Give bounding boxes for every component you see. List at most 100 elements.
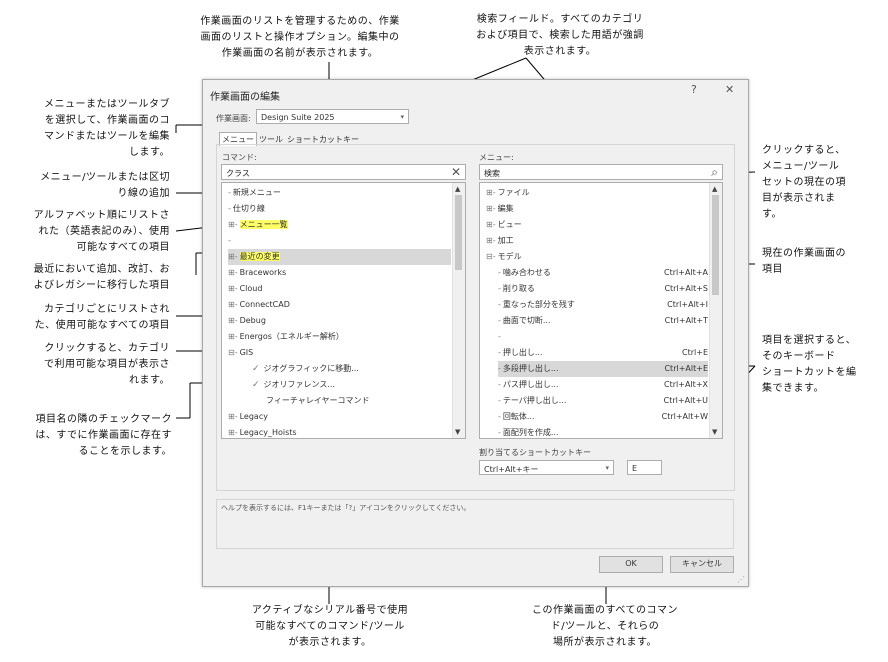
tree-line: - [498, 332, 501, 341]
scroll-thumb[interactable] [455, 195, 462, 270]
chevron-down-icon: ▾ [605, 464, 609, 472]
workspace-select[interactable]: Design Suite 2025 ▾ [256, 109, 409, 124]
list-item[interactable]: ⊞- 最近の変更 [228, 249, 451, 265]
expand-icon: ⊞- [486, 188, 496, 197]
expand-icon: ⊞- [228, 300, 238, 309]
callout-alphabetical: アルファベット順にリストさ れた（英語表記のみ）、使用 可能なすべての項目 [33, 210, 170, 253]
list-item-label: 回転体... [502, 412, 535, 421]
list-item[interactable]: - 押し出し... Ctrl+E [498, 345, 708, 361]
shortcut-modifier-select[interactable]: Ctrl+Alt+キー ▾ [479, 460, 614, 475]
workspace-label: 作業画面: [216, 114, 251, 123]
list-item-label: 面配列を作成... [502, 428, 559, 437]
list-item[interactable]: ✓ ジオリファレンス... [252, 377, 451, 393]
shortcut-modifier-value: Ctrl+Alt+キー [484, 465, 539, 474]
menu-scrollbar[interactable]: ▲ ▼ [709, 183, 722, 438]
list-item[interactable]: ⊞- Braceworks [228, 265, 451, 281]
list-item[interactable]: フィーチャレイヤーコマンド [264, 393, 451, 409]
list-item[interactable]: - 仕切り線 [228, 201, 451, 217]
collapse-icon: ⊟- [486, 252, 496, 261]
cancel-button[interactable]: キャンセル [670, 556, 734, 573]
shortcut-key-value: E [632, 464, 638, 473]
commands-search-value: クラス [226, 169, 250, 178]
list-item[interactable]: ⊞- Legacy [228, 409, 451, 425]
list-item[interactable]: - 新規メニュー [228, 185, 451, 201]
help-icon[interactable]: ? [691, 83, 697, 96]
scroll-down-icon[interactable]: ▼ [455, 428, 460, 436]
shortcut-key-text: Ctrl+Alt+I [667, 300, 708, 309]
list-item[interactable]: ⊞- 編集 [486, 201, 708, 217]
resize-grip-icon[interactable]: ⋰ [737, 575, 745, 584]
list-item[interactable]: ⊟- モデル [486, 249, 708, 265]
list-item-label: モデル [497, 252, 522, 261]
list-item[interactable]: ⊞- ConnectCAD [228, 297, 451, 313]
list-item[interactable]: ⊞- ファイル [486, 185, 708, 201]
list-item[interactable]: - 回転体... Ctrl+Alt+W [498, 409, 708, 425]
list-item[interactable]: ⊞- 加工 [486, 233, 708, 249]
tree-line: - [498, 428, 501, 437]
list-item[interactable]: ✓ ジオグラフィックに移動... [252, 361, 451, 377]
list-item[interactable]: ⊞- Legacy_Hoists [228, 425, 451, 438]
list-item[interactable]: ⊞- Debug [228, 313, 451, 329]
title-bar: 作業画面の編集 ? ✕ [203, 80, 748, 103]
list-item[interactable]: - [228, 233, 451, 249]
list-item-label: メニュー一覧 [239, 220, 288, 229]
list-item[interactable]: ⊟- GIS [228, 345, 451, 361]
list-item[interactable]: - 面配列を作成... [498, 425, 708, 438]
callout-current-items: 現在の作業画面の 項目 [762, 248, 846, 275]
search-icon[interactable]: ⌕ [711, 165, 718, 180]
callout-available-commands: アクティブなシリアル番号で使用 可能なすべてのコマンド/ツール が表示されます。 [251, 605, 409, 648]
shortcut-key-text: Ctrl+E [682, 348, 708, 357]
list-item-label: 最近の変更 [239, 252, 280, 261]
list-item-label: Debug [239, 316, 266, 325]
scroll-down-icon[interactable]: ▼ [712, 428, 717, 436]
commands-label: コマンド: [222, 153, 257, 162]
list-item-label: テーパ押し出し... [502, 396, 567, 405]
list-item-label: ConnectCAD [239, 300, 290, 309]
scroll-thumb[interactable] [712, 195, 719, 295]
list-item-label: Legacy_Hoists [239, 428, 297, 437]
commands-list[interactable]: ▲ ▼ - 新規メニュー - 仕切り線 ⊞- メニュー一覧 - ⊞- 最近の変更 ⊞- Bracew… [221, 182, 466, 439]
callout-add-separator: メニュー/ツールまたは区切 り線の追加 [40, 172, 170, 199]
list-item-label: 曲面で切断... [502, 316, 551, 325]
commands-scrollbar[interactable]: ▲ ▼ [452, 183, 465, 438]
list-item[interactable]: ⊞- ビュー [486, 217, 708, 233]
list-item[interactable]: - 削り取る Ctrl+Alt+S [498, 281, 708, 297]
callout-click-current: クリックすると、 メニュー/ツール セットの現在の項 目が表示されま す。 [762, 145, 846, 220]
list-item[interactable]: - 重なった部分を残す Ctrl+Alt+I [498, 297, 708, 313]
menu-label: メニュー: [479, 153, 514, 162]
list-item[interactable]: ⊞- Cloud [228, 281, 451, 297]
ok-button[interactable]: OK [599, 556, 663, 573]
list-item-label: 削り取る [502, 284, 535, 293]
list-item[interactable]: ⊞- メニュー一覧 [228, 217, 451, 233]
expand-icon: ⊞- [228, 316, 238, 325]
shortcut-key-field[interactable]: E [627, 460, 662, 475]
list-item[interactable]: - 多段押し出し... Ctrl+Alt+E [498, 361, 708, 377]
commands-search-input[interactable]: クラス ✕ [221, 164, 466, 180]
list-item[interactable]: ⊞- Energos（エネルギー解析） [228, 329, 451, 345]
list-item-label: ビュー [497, 220, 522, 229]
expand-icon: ⊞- [228, 252, 238, 261]
list-item-label: 仕切り線 [232, 204, 265, 213]
tree-line: - [498, 316, 501, 325]
callout-click-category: クリックすると、カテゴリ で利用可能な項目が表示さ れます。 [44, 343, 170, 386]
expand-icon: ⊞- [228, 220, 238, 229]
list-item-label: GIS [239, 348, 254, 357]
checkmark-icon: ✓ [252, 380, 260, 390]
close-icon[interactable]: ✕ [725, 83, 734, 96]
menu-search-input[interactable]: 検索 ⌕ [479, 164, 723, 180]
list-item-label: 編集 [497, 204, 514, 213]
list-item-label: Braceworks [239, 268, 287, 277]
clear-icon[interactable]: ✕ [451, 165, 461, 179]
list-item[interactable]: - [498, 329, 708, 345]
list-item[interactable]: - テーパ押し出し... Ctrl+Alt+U [498, 393, 708, 409]
tree-line: - [498, 284, 501, 293]
list-item[interactable]: - 噛み合わせる Ctrl+Alt+A [498, 265, 708, 281]
list-item[interactable]: - 曲面で切断... Ctrl+Alt+T [498, 313, 708, 329]
menu-list[interactable]: ▲ ▼ ⊞- ファイル ⊞- 編集 ⊞- ビュー ⊞- 加工 ⊟- モデル - 噛み合わせる Ctrl+… [479, 182, 723, 439]
list-item-label: Cloud [239, 284, 263, 293]
scroll-up-icon[interactable]: ▲ [455, 185, 460, 193]
list-item[interactable]: - パス押し出し... Ctrl+Alt+X [498, 377, 708, 393]
list-item-label: 新規メニュー [232, 188, 281, 197]
scroll-up-icon[interactable]: ▲ [712, 185, 717, 193]
expand-icon: ⊞- [228, 268, 238, 277]
